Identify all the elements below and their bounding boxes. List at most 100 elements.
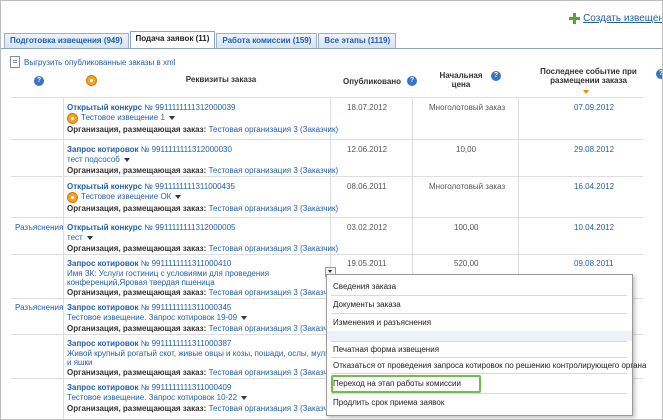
header-published[interactable]: Опубликовано [343,77,401,86]
last-event-date[interactable]: 29.08.2012 [574,145,614,154]
status-icon [86,75,97,86]
notice-name[interactable]: Тестовое извещение 1 [81,113,165,122]
order-number-link[interactable]: № 9911111111312000039 [144,103,235,112]
start-price: 100,00 [454,223,479,232]
org-link[interactable]: Тестовая организация 3 (Заказчик) [209,404,339,413]
clarifications-link[interactable]: Разъяснения [15,223,63,232]
menu-item-order-details[interactable]: Сведения заказа [333,282,396,291]
notice-name[interactable]: Тестовое извещение. Запрос котировок 10-… [67,393,237,402]
help-icon[interactable]: ? [407,76,417,86]
order-type-link[interactable]: Запрос котировок [67,339,139,348]
published-date: 18.07.2012 [347,103,388,112]
order-number-link[interactable]: № 9911111111311000435 [144,182,235,191]
menu-item-cancel-by-control[interactable]: Отказаться от проведения запроса котиров… [333,361,646,370]
menu-divider [331,295,627,296]
org-link[interactable]: Тестовая организация 3 (Заказчик) [209,368,339,377]
org-link[interactable]: Тестовая организация 3 (Заказчик) [209,204,339,213]
notice-name-continued[interactable]: конференций,Яровая твердая пшеница [67,278,215,287]
order-number-link[interactable]: № 9911111111311000345 [141,303,232,312]
order-type-link[interactable]: Запрос котировок [67,303,139,312]
menu-divider [331,393,627,394]
start-price: 10,00 [456,145,477,154]
org-label: Организация, размещающая заказ: [67,204,207,213]
order-type-link[interactable]: Запрос котировок [67,259,139,268]
org-link[interactable]: Тестовая организация 3 (Заказчик) [209,288,339,297]
org-label: Организация, размещающая заказ: [67,404,207,413]
chevron-down-icon[interactable] [123,157,130,162]
order-type-link[interactable]: Запрос котировок [67,145,139,154]
notice-name[interactable]: Тестовое извещение. Запрос котировок 19-… [67,313,237,322]
status-icon [67,192,78,203]
menu-divider [331,373,627,374]
app-frame: Создать извещен Подготовка извещения (94… [0,0,663,420]
notice-name[interactable]: Имя ЗК: Услуги гостиниц с условиями для … [67,269,269,278]
menu-item-extend-deadline[interactable]: Продлить срок приема заявок [333,398,444,407]
row-divider [11,176,643,177]
header-requisites: Реквизиты заказа [185,75,257,84]
order-number-link[interactable]: № 9911111111312000030 [141,145,232,154]
stage-tabs: Подготовка извещения (949) Подача заявок… [4,31,397,49]
org-link[interactable]: Тестовая организация 3 (Заказчик) [209,324,339,333]
menu-item-go-to-commission[interactable]: Переход на этап работы комиссии [333,379,461,388]
notice-name[interactable]: Живой крупный рогатый скот, живые овцы и… [67,349,331,358]
top-bar: Создать извещен [1,1,663,31]
tab-preparation[interactable]: Подготовка извещения (949) [4,33,129,49]
chevron-down-icon[interactable] [86,235,93,240]
tab-divider [1,48,662,49]
menu-group-gap [327,331,632,341]
order-number-link[interactable]: № 9911111111311000387 [141,339,232,348]
last-event-date[interactable]: 10.04.2012 [574,223,614,232]
last-event-date[interactable]: 07.09.2012 [574,103,614,112]
org-label: Организация, размещающая заказ: [67,244,207,253]
order-type-link[interactable]: Запрос котировок [67,383,139,392]
menu-item-order-documents[interactable]: Документы заказа [333,300,401,309]
help-icon[interactable]: ? [491,71,501,81]
row-divider [11,217,643,218]
menu-divider [331,313,627,314]
notice-name[interactable]: тест [67,233,83,242]
order-type-link[interactable]: Открытый конкурс [67,103,142,112]
published-date: 08.06.2011 [347,182,387,191]
order-number-link[interactable]: № 9911111111312000005 [144,223,235,232]
row-divider [11,97,643,98]
column-divider [412,97,413,275]
export-xml-link[interactable]: Выгрузить опубликованные заказы в xml [10,56,175,68]
org-link[interactable]: Тестовая организация 3 (Заказчик) [209,166,339,175]
last-event-date[interactable]: 16.04.2012 [574,182,614,191]
org-link[interactable]: Тестовая организация 3 (Заказчик) [209,244,339,253]
tab-bidding[interactable]: Подача заявок (11) [129,31,216,49]
order-number-link[interactable]: № 9911111111311000409 [141,383,232,392]
header-last-event[interactable]: Последнее событие при размещении заказа [531,67,646,85]
chevron-down-icon[interactable] [241,395,248,400]
menu-item-print-form[interactable]: Печатная форма извещения [333,345,439,354]
notice-name[interactable]: тест подсособ [67,155,120,164]
help-icon[interactable]: ? [656,69,662,79]
notice-name-continued[interactable]: и яшки [67,358,92,367]
org-label: Организация, размещающая заказ: [67,125,207,134]
tab-commission[interactable]: Работа комиссии (159) [216,33,318,49]
chevron-down-icon[interactable] [168,115,175,120]
export-xml-label: Выгрузить опубликованные заказы в xml [24,57,176,67]
menu-item-changes-clarifications[interactable]: Изменения и разъяснения [333,318,431,327]
order-type-link[interactable]: Открытый конкурс [67,182,142,191]
tab-all-stages[interactable]: Все этапы (1119) [318,33,397,49]
org-label: Организация, размещающая заказ: [67,324,207,333]
chevron-down-icon[interactable] [241,315,248,320]
document-icon [10,56,20,68]
menu-divider [331,341,627,342]
column-divider [518,97,519,275]
order-number-link[interactable]: № 9911111111311000410 [141,259,232,268]
create-notice-link[interactable]: Создать извещен [569,13,663,24]
published-date: 12.06.2012 [347,145,388,154]
sort-desc-icon[interactable] [583,90,589,94]
clarifications-link[interactable]: Разъяснения [15,303,63,312]
start-price: 520,00 [454,259,479,268]
chevron-down-icon[interactable] [175,194,182,199]
org-label: Организация, размещающая заказ: [67,288,207,297]
order-type-link[interactable]: Открытый конкурс [67,223,142,232]
last-event-date[interactable]: 09.08.2011 [574,259,613,268]
help-icon[interactable]: ? [34,76,44,86]
notice-name[interactable]: Тестовое извещение ОК [81,192,171,201]
org-link[interactable]: Тестовая организация 3 (Заказчик) [209,125,339,134]
create-notice-label: Создать извещен [583,13,663,24]
